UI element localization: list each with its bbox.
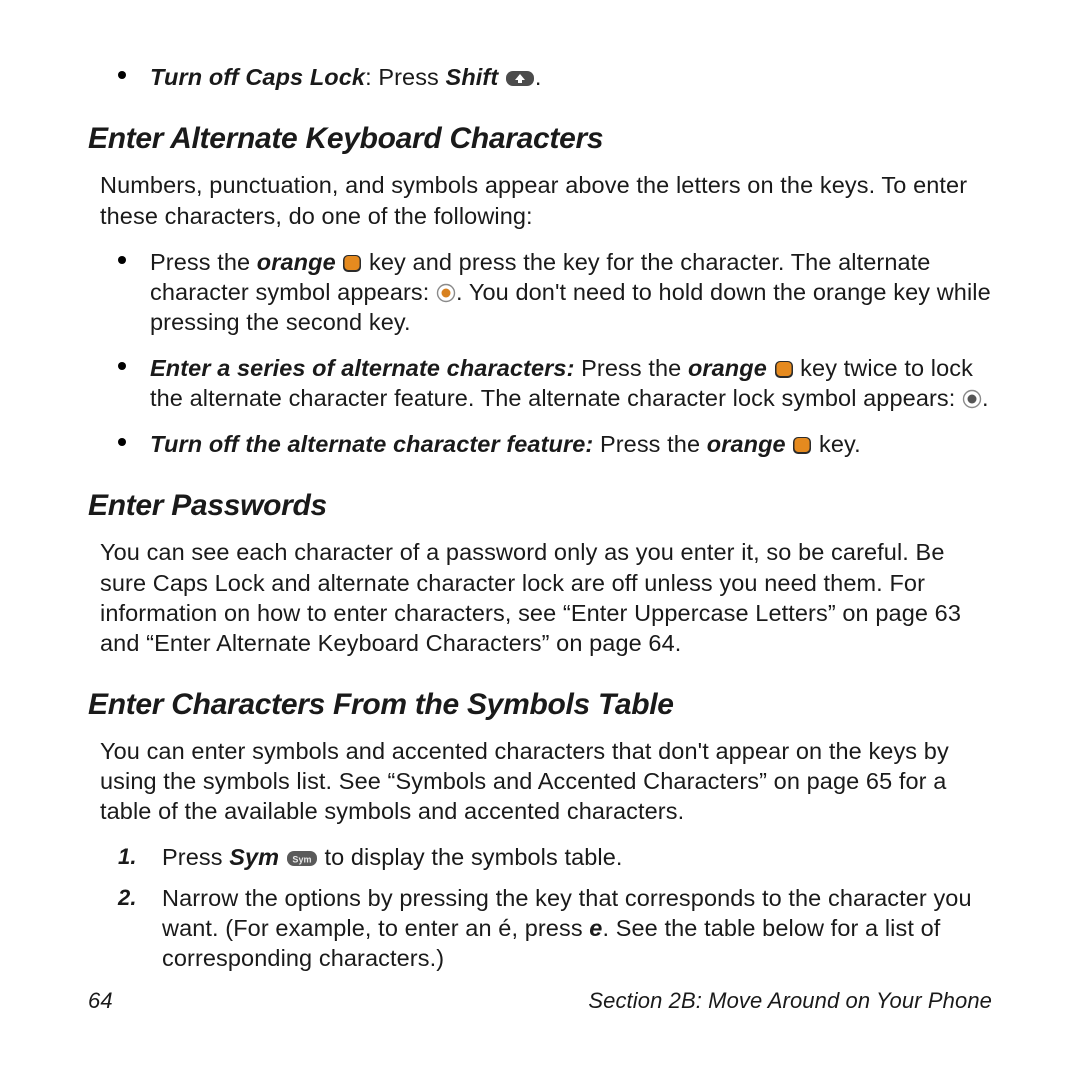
label-sym: Sym: [229, 844, 279, 870]
bullet-turn-off-alternate: Turn off the alternate character feature…: [100, 429, 992, 459]
text: : Press: [365, 64, 445, 90]
orange-key-icon: [342, 253, 362, 273]
orange-key-icon: [774, 359, 794, 379]
heading-alternate-chars: Enter Alternate Keyboard Characters: [88, 120, 992, 158]
heading-symbols-table: Enter Characters From the Symbols Table: [88, 686, 992, 724]
svg-text:Sym: Sym: [292, 855, 311, 865]
sym-key-icon: Sym: [286, 848, 318, 868]
alt-symbol-icon: [436, 283, 456, 303]
step-number: 2.: [118, 884, 137, 912]
step-number: 1.: [118, 843, 137, 871]
label: Turn off Caps Lock: [150, 64, 365, 90]
label-orange: orange: [707, 431, 786, 457]
text: Press the: [575, 355, 688, 381]
label: Turn off the alternate character feature…: [150, 431, 593, 457]
text: Press the: [593, 431, 706, 457]
label-shift: Shift: [446, 64, 499, 90]
step-2: 2. Narrow the options by pressing the ke…: [100, 883, 992, 973]
text: .: [535, 64, 542, 90]
page-footer: 64 Section 2B: Move Around on Your Phone: [88, 987, 992, 1015]
paragraph: You can enter symbols and accented chara…: [100, 736, 992, 826]
bullet-press-orange: Press the orange key and press the key f…: [100, 247, 992, 337]
section-label: Section 2B: Move Around on Your Phone: [588, 987, 992, 1015]
orange-key-icon: [792, 435, 812, 455]
text: .: [982, 385, 989, 411]
step-1: 1. Press Sym Sym to display the symbols …: [100, 842, 992, 872]
paragraph: Numbers, punctuation, and symbols appear…: [100, 170, 992, 230]
label-orange: orange: [688, 355, 767, 381]
label-orange: orange: [257, 249, 336, 275]
page-number: 64: [88, 987, 113, 1015]
bullet-series-alternate: Enter a series of alternate characters: …: [100, 353, 992, 413]
paragraph: You can see each character of a password…: [100, 537, 992, 657]
bullet-caps-lock-off: Turn off Caps Lock: Press Shift .: [100, 62, 992, 92]
text: to display the symbols table.: [324, 844, 622, 870]
alt-lock-symbol-icon: [962, 389, 982, 409]
heading-passwords: Enter Passwords: [88, 487, 992, 525]
shift-key-icon: [505, 68, 535, 88]
text: Press: [162, 844, 229, 870]
text: Press the: [150, 249, 257, 275]
label-e: e: [589, 915, 602, 941]
text: key.: [819, 431, 861, 457]
label: Enter a series of alternate characters:: [150, 355, 575, 381]
page: Turn off Caps Lock: Press Shift . Enter …: [0, 0, 1080, 1080]
